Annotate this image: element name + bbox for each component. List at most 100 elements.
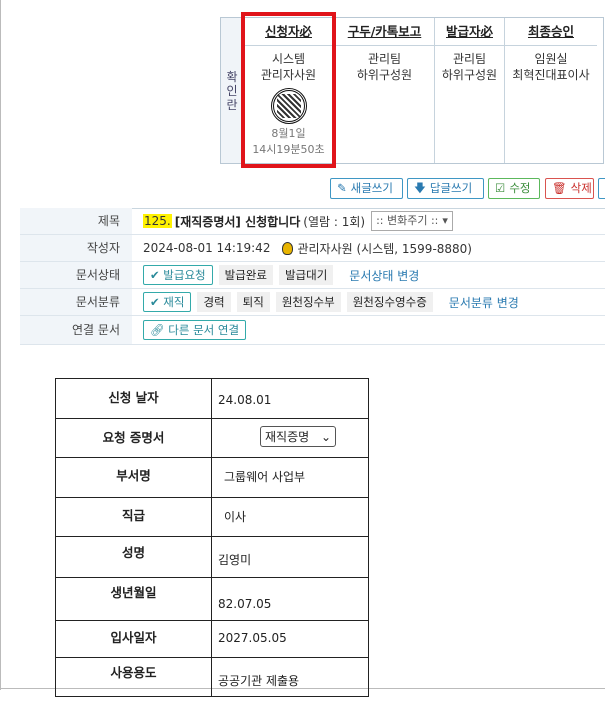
reply-button[interactable]: 🡇 답글쓰기 [407, 178, 484, 199]
post-datetime: 2024-08-01 14:19:42 [143, 241, 271, 255]
change-cycle-select[interactable]: :: 변화주기 :: ▾ [371, 211, 453, 231]
form-row: 직급 이사 [56, 498, 369, 537]
category-option-retire[interactable]: 퇴직 [236, 292, 270, 312]
more-button-partial[interactable] [598, 178, 605, 199]
person-icon [282, 241, 294, 255]
subject-value: 125. [재직증명서] 신청합니다 (열람 : 1회) :: 변화주기 :: ▾ [143, 208, 453, 234]
link-document-text: 다른 문서 연결 [168, 323, 240, 337]
link-document-button[interactable]: 🔗︎ 다른 문서 연결 [143, 320, 247, 340]
trash-icon: 🗑 [552, 181, 567, 195]
status-label: 문서상태 [20, 262, 132, 288]
category-option-employment[interactable]: ✔ 재직 [143, 292, 192, 312]
side-char-3: 란 [226, 97, 238, 112]
form-label: 신청 날자 [56, 379, 212, 418]
approval-header-report[interactable]: 구두/카톡보고 [335, 18, 434, 46]
form-row: 신청 날자 24.08.01 [56, 379, 369, 419]
form-label: 사용용도 [56, 658, 212, 696]
post-number: 125. [143, 214, 172, 228]
row-category: 문서분류 ✔ 재직 경력 퇴직 원천징수부 원천징수영수증 문서분류 변경 [20, 289, 605, 316]
row-status: 문서상태 ✔ 발급요청 발급완료 발급대기 문서상태 변경 [20, 262, 605, 289]
change-category-link[interactable]: 문서분류 변경 [449, 294, 519, 311]
status-value: ✔ 발급요청 발급완료 발급대기 문서상태 변경 [143, 262, 419, 288]
change-cycle-value: :: 변화주기 :: [376, 214, 439, 227]
form-row: 입사일자 2027.05.05 [56, 621, 369, 658]
category-value: ✔ 재직 경력 퇴직 원천징수부 원천징수영수증 문서분류 변경 [143, 289, 519, 315]
certificate-type-select[interactable]: 재직증명 ⌄ [260, 426, 336, 447]
form-label: 성명 [56, 537, 212, 577]
certificate-type-value: 재직증명 [265, 430, 310, 444]
side-char-2: 인 [226, 83, 238, 98]
approval-header-issuer[interactable]: 발급자必 [435, 18, 504, 46]
link-icon: 🔗︎ [150, 323, 165, 337]
edit-label: 수정 [509, 181, 531, 195]
status-option-done[interactable]: 발급완료 [218, 265, 273, 285]
category-employment-text: 재직 [163, 295, 185, 309]
form-row: 부서명 그룹웨어 사업부 [56, 458, 369, 498]
subject-label: 제목 [20, 208, 132, 234]
form-row: 성명 김영미 [56, 537, 369, 578]
report-name: 하위구성원 [356, 68, 413, 82]
certificate-form: 신청 날자 24.08.01 요청 증명서 재직증명 ⌄ 부서명 그룹웨어 사업부… [55, 378, 369, 697]
form-label: 입사일자 [56, 621, 212, 657]
new-post-label: 새글쓰기 [350, 181, 393, 195]
author-name: 관리자사원 (시스템, 1599-8880) [297, 241, 472, 256]
approval-header-final[interactable]: 최종승인 [505, 18, 597, 46]
author-value: 2024-08-01 14:19:42 관리자사원 (시스템, 1599-888… [143, 235, 472, 261]
check-icon: ✔ [150, 295, 160, 309]
reply-label: 답글쓰기 [429, 181, 473, 195]
status-requested-text: 발급요청 [163, 268, 206, 282]
pencil-icon: ✎ [337, 181, 347, 195]
approval-col-issuer: 발급자必 관리팀 하위구성원 [435, 18, 505, 163]
approval-col-report: 구두/카톡보고 관리팀 하위구성원 [335, 18, 435, 163]
form-row: 생년월일 82.07.05 [56, 578, 369, 621]
issuer-name: 하위구성원 [441, 68, 498, 82]
form-value: 이사 [212, 498, 369, 536]
form-value: 공공기관 제출용 [212, 658, 369, 696]
author-label: 작성자 [20, 235, 132, 261]
form-label: 직급 [56, 498, 212, 536]
chevron-down-icon: ▾ [442, 214, 448, 227]
new-post-button[interactable]: ✎ 새글쓰기 [330, 178, 403, 199]
edit-icon: ☑ [495, 181, 506, 195]
category-option-career[interactable]: 경력 [197, 292, 231, 312]
linked-label: 연결 문서 [20, 316, 132, 344]
author[interactable]: 관리자사원 (시스템, 1599-8880) [282, 240, 472, 257]
form-value: 82.07.05 [212, 578, 369, 620]
category-label: 문서분류 [20, 289, 132, 315]
edit-button[interactable]: ☑ 수정 [488, 178, 540, 199]
status-option-waiting[interactable]: 발급대기 [278, 265, 334, 285]
form-value: 24.08.01 [212, 379, 369, 418]
check-icon: ✔ [150, 268, 160, 282]
form-value: 김영미 [212, 537, 369, 577]
post-title: [재직증명서] 신청합니다 [174, 214, 301, 229]
form-value: 2027.05.05 [212, 621, 369, 657]
issuer-dept: 관리팀 [452, 52, 487, 66]
row-linked: 연결 문서 🔗︎ 다른 문서 연결 [20, 316, 605, 345]
form-label: 생년월일 [56, 578, 212, 620]
final-dept: 임원실 [534, 52, 568, 66]
category-option-withholding-receipt[interactable]: 원천징수영수증 [346, 292, 433, 312]
change-status-link[interactable]: 문서상태 변경 [349, 267, 419, 284]
form-row: 요청 증명서 재직증명 ⌄ [56, 419, 369, 458]
row-subject: 제목 125. [재직증명서] 신청합니다 (열람 : 1회) :: 변화주기 … [20, 208, 605, 235]
form-label: 부서명 [56, 458, 212, 497]
arrow-down-icon: 🡇 [414, 181, 426, 195]
form-value: 재직증명 ⌄ [212, 419, 369, 457]
delete-label: 삭제 [570, 181, 592, 195]
final-name: 최혁진대표이사 [512, 68, 590, 82]
linked-value: 🔗︎ 다른 문서 연결 [143, 316, 247, 344]
status-option-requested[interactable]: ✔ 발급요청 [143, 265, 213, 285]
chevron-down-icon: ⌄ [320, 429, 331, 444]
form-label: 요청 증명서 [56, 419, 212, 457]
view-count: (열람 : 1회) [303, 214, 366, 229]
row-author: 작성자 2024-08-01 14:19:42 관리자사원 (시스템, 1599… [20, 235, 605, 262]
window-left-border [0, 0, 1, 690]
form-value: 그룹웨어 사업부 [212, 458, 369, 497]
approval-col-final: 최종승인 임원실 최혁진대표이사 [505, 18, 597, 163]
delete-button[interactable]: 🗑 삭제 [545, 178, 594, 199]
form-row: 사용용도 공공기관 제출용 [56, 658, 369, 697]
side-char-1: 확 [226, 69, 238, 84]
highlight-box [241, 12, 336, 168]
category-option-withholding[interactable]: 원천징수부 [275, 292, 341, 312]
report-dept: 관리팀 [367, 52, 402, 66]
